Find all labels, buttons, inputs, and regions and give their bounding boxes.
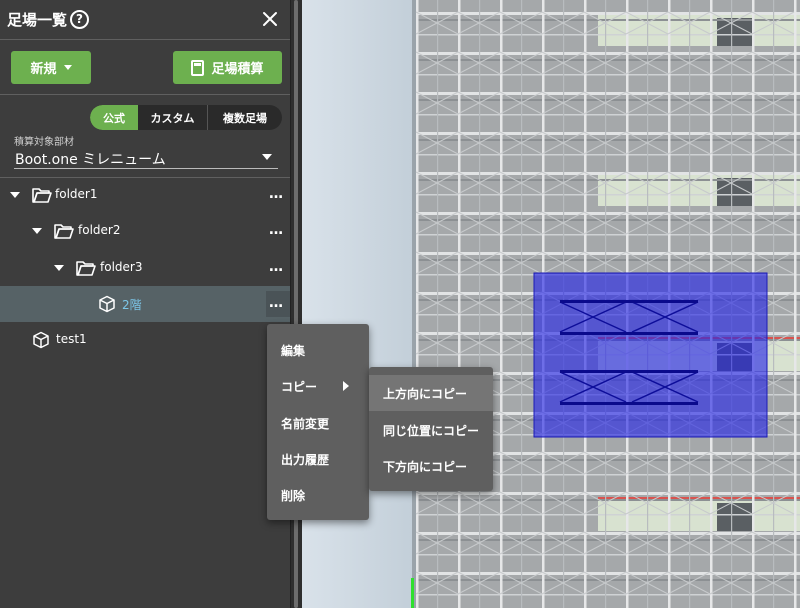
tab-custom[interactable]: カスタム [138,105,208,130]
highlight-plank [560,402,698,405]
highlight-plank [560,370,698,373]
tree-item-folder1[interactable]: folder1 … [0,177,290,213]
menu-item-edit[interactable]: 編集 [267,332,369,368]
folder-open-icon [32,188,52,203]
rail [416,514,800,516]
expand-toggle-icon[interactable] [32,228,42,234]
tree-item-folder2[interactable]: folder2 … [0,213,290,249]
expand-toggle-icon[interactable] [54,265,64,271]
chevron-down-icon [63,65,72,70]
tree-item-label: test1 [56,332,87,346]
standard [500,0,503,608]
material-select[interactable]: Boot.one ミレニューム [14,147,278,169]
menu-item-output-history[interactable]: 出力履歴 [267,441,369,477]
mode-segmented-control: 公式 カスタム 複数足場 [90,105,282,130]
cube-icon [33,331,49,349]
context-menu: 編集 コピー 名前変更 出力履歴 削除 [267,324,369,520]
scaffold-list-panel: 足場一覧 ? 新規 足場積算 公式 カスタム 複数足場 積算対象部材 Boot.… [0,0,290,608]
menu-item-copy-up[interactable]: 上方向にコピー [369,375,493,411]
ledger [416,572,800,575]
close-icon[interactable] [261,10,279,28]
ledger [416,12,800,15]
scaffold-model-render [302,0,800,608]
tab-official[interactable]: 公式 [90,105,138,130]
ledger [416,492,800,495]
cube-icon [99,295,115,313]
tree-item-label: 2階 [122,298,142,312]
folder-open-icon [54,224,74,239]
ledger [416,252,800,255]
material-label: 積算対象部材 [14,137,74,148]
highlight-plank [560,300,698,303]
rail [416,194,800,196]
more-icon[interactable]: … [269,223,283,237]
tree-item-label: folder2 [78,223,121,237]
standard [416,0,419,608]
ledger [416,172,800,175]
expand-toggle-icon[interactable] [10,192,20,198]
ledger [416,92,800,95]
menu-item-copy-down[interactable]: 下方向にコピー [369,448,493,484]
building-edge [412,0,416,608]
tree-item-2f[interactable]: 2階 … [0,286,290,322]
rail [416,234,800,236]
selected-floor-highlight [533,272,768,438]
folder-open-icon [76,261,96,276]
rail [416,114,800,116]
estimate-button-label: 足場積算 [211,62,264,77]
help-icon[interactable]: ? [70,10,89,29]
tree-item-label: folder1 [55,187,98,201]
axis-marker [411,578,414,608]
action-bar: 新規 足場積算 [0,41,290,95]
standard [458,0,461,608]
rail [416,34,800,36]
material-value: Boot.one ミレニューム [15,152,166,168]
ledger [416,52,800,55]
tree-item-label: folder3 [100,260,143,274]
copy-submenu: 上方向にコピー 同じ位置にコピー 下方向にコピー [369,367,493,491]
panel-header: 足場一覧 ? [0,0,290,40]
tree-item-folder3[interactable]: folder3 … [0,250,290,286]
rail [416,154,800,156]
rail [416,74,800,76]
3d-viewport[interactable] [302,0,800,608]
rail [416,594,800,596]
ledger [416,132,800,135]
menu-item-delete[interactable]: 削除 [267,477,369,513]
new-button[interactable]: 新規 [11,51,91,84]
tab-multi-scaffold[interactable]: 複数足場 [208,105,282,130]
more-icon[interactable]: … [269,296,283,310]
menu-item-copy-same-position[interactable]: 同じ位置にコピー [369,412,493,448]
chevron-right-icon [343,381,349,391]
new-button-label: 新規 [30,62,57,77]
rail [416,554,800,556]
ledger [416,212,800,215]
highlight-plank [560,332,698,335]
chevron-down-icon [262,154,272,160]
menu-item-rename[interactable]: 名前変更 [267,405,369,441]
more-icon[interactable]: … [269,260,283,274]
standard [794,0,797,608]
tree-item-test1[interactable]: test1 [0,322,290,358]
more-icon[interactable]: … [269,187,283,201]
calculator-icon [191,59,205,76]
panel-title: 足場一覧 [7,11,68,29]
ledger [416,532,800,535]
estimate-button[interactable]: 足場積算 [173,51,282,84]
menu-item-copy[interactable]: コピー [267,368,369,404]
